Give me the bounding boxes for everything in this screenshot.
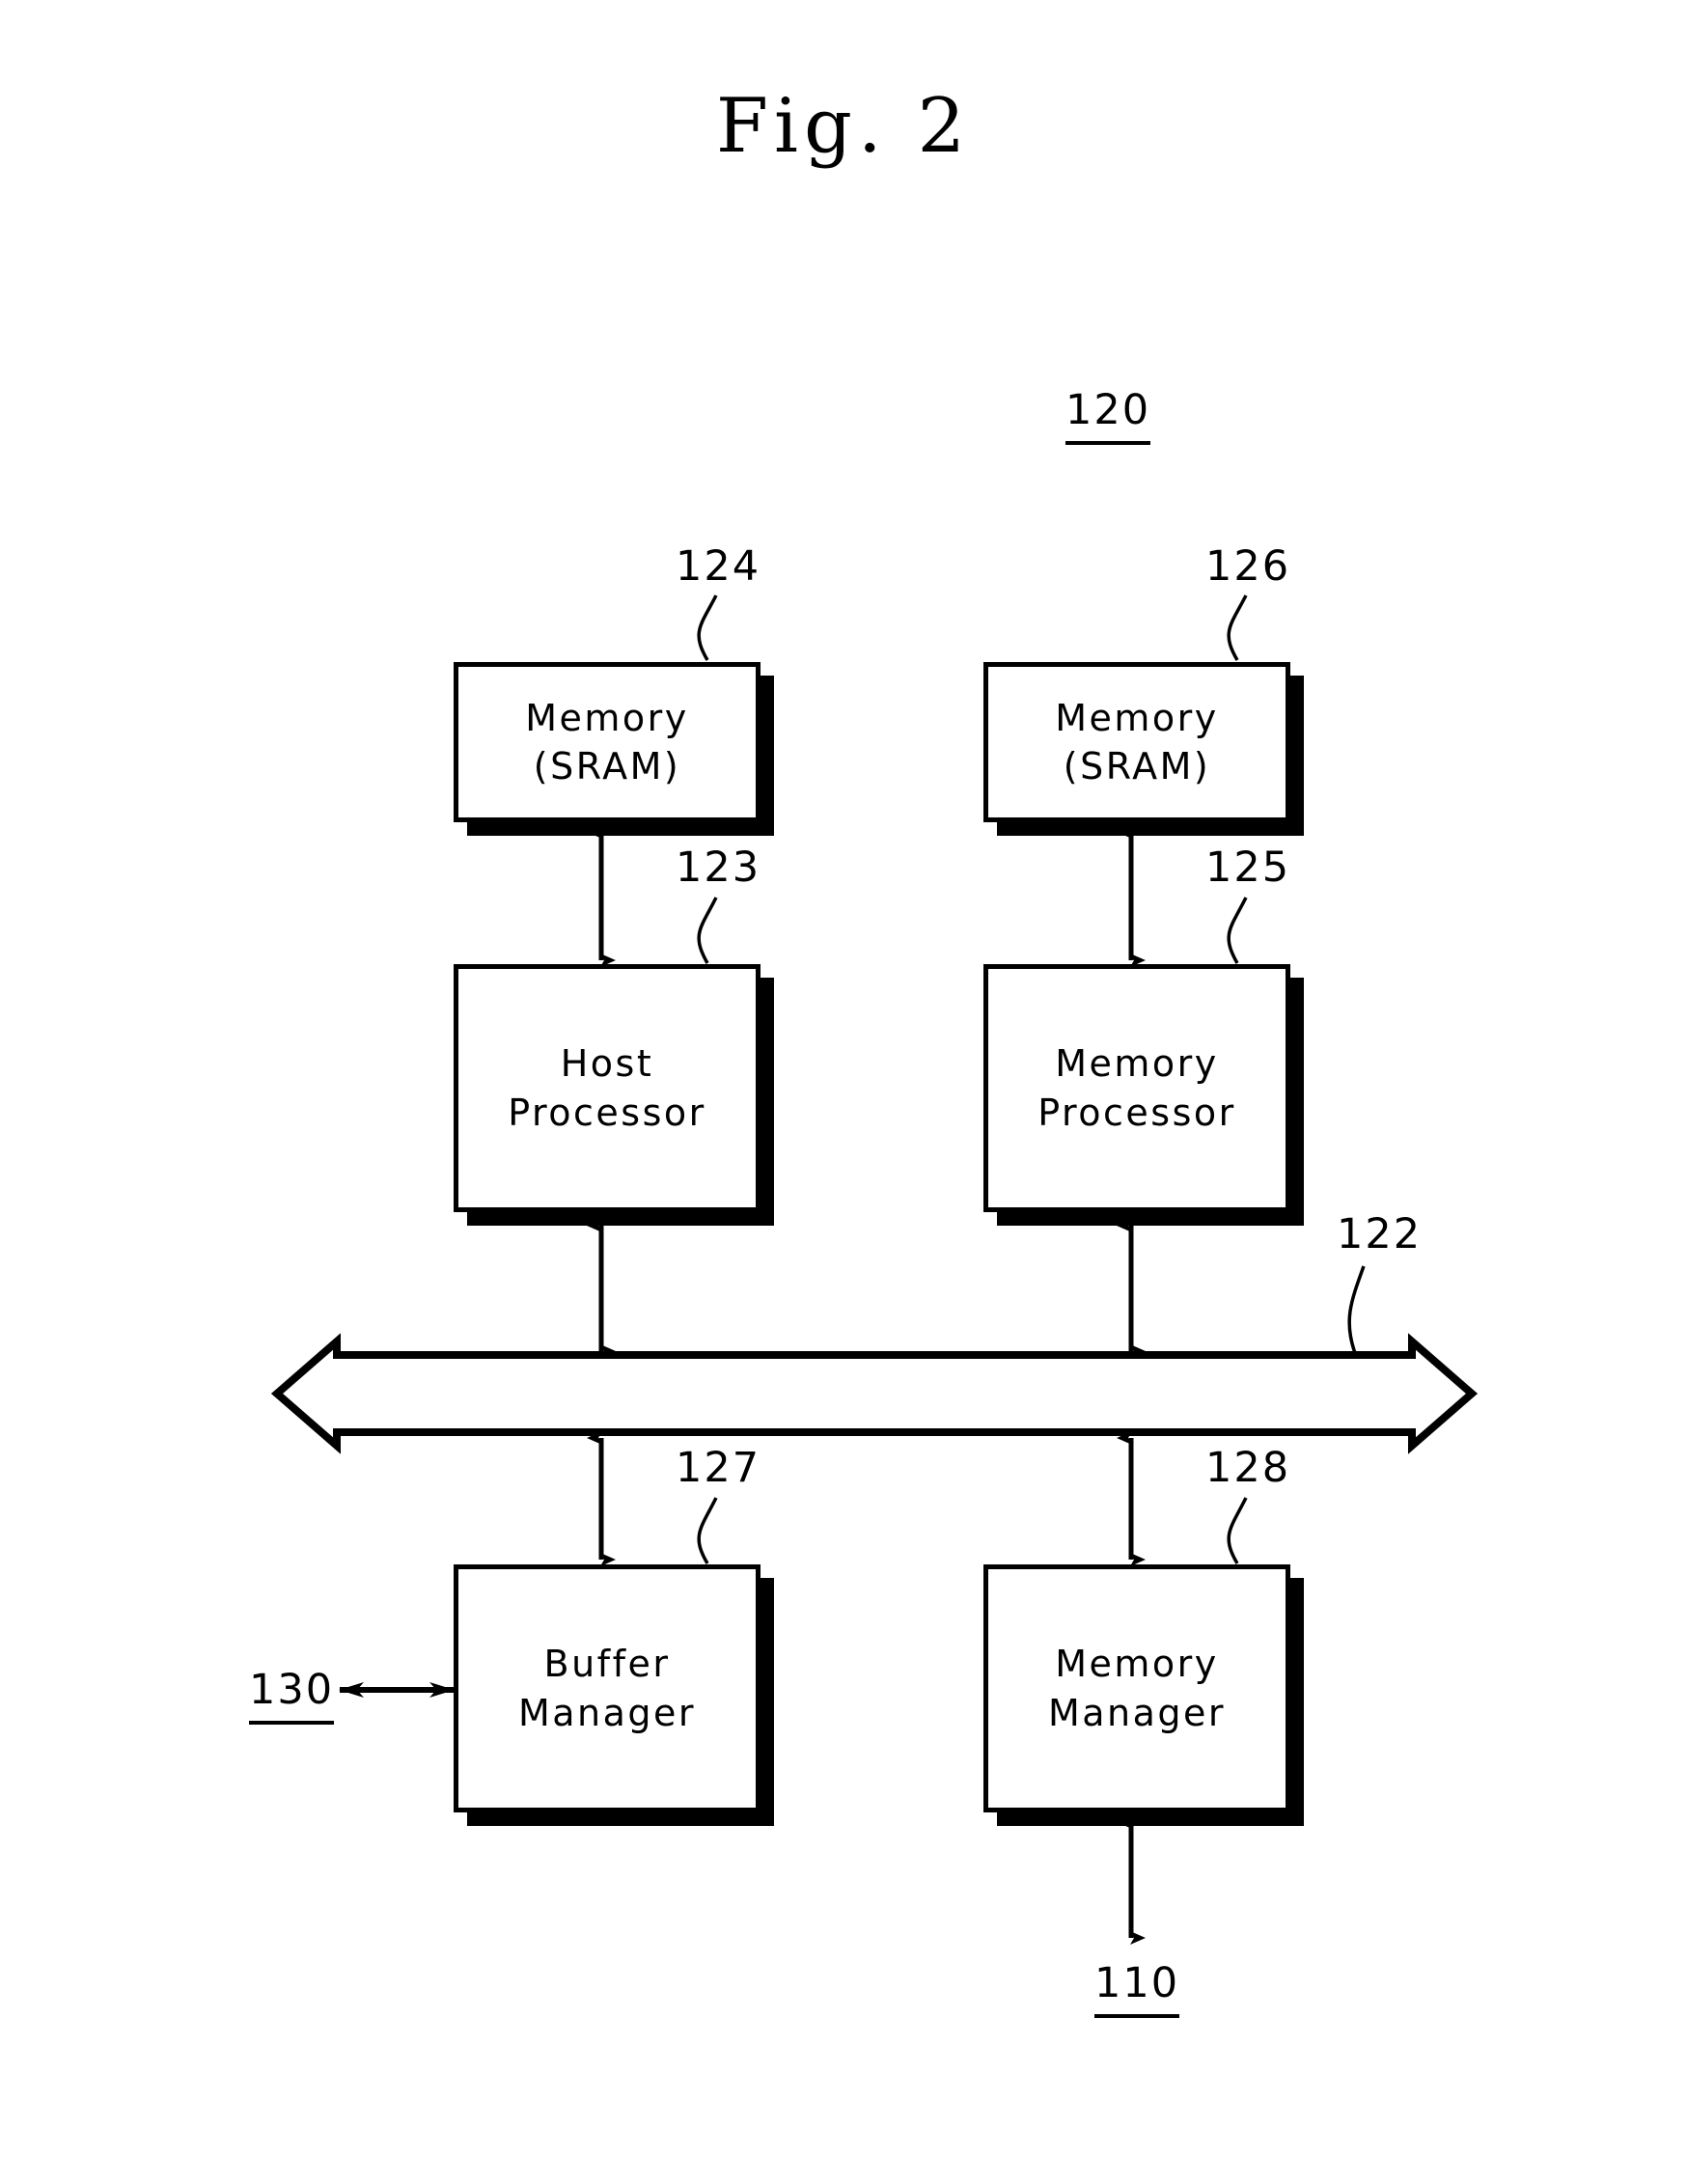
- node-memory-processor[interactable]: Memory Processor: [983, 964, 1290, 1212]
- node-memory-sram-right-label: Memory (SRAM): [1055, 696, 1219, 788]
- node-memory-manager-label: Memory Manager: [1047, 1643, 1227, 1734]
- ref-numeral-130: 130: [249, 1666, 335, 1725]
- ref-numeral-122: 122: [1337, 1210, 1423, 1258]
- node-memory-sram-left[interactable]: Memory (SRAM): [454, 662, 761, 822]
- leader-line-126: [1227, 594, 1248, 661]
- leader-line-125: [1227, 897, 1248, 964]
- system-bus-arrow: [270, 1333, 1479, 1454]
- ref-numeral-128: 128: [1205, 1444, 1291, 1492]
- node-buffer-manager[interactable]: Buffer Manager: [454, 1564, 761, 1812]
- diagram-connectors-layer: [270, 594, 1479, 1945]
- leader-line-124: [697, 594, 718, 661]
- node-memory-sram-left-label: Memory (SRAM): [525, 696, 689, 788]
- leader-line-122: [1347, 1265, 1366, 1354]
- ref-numeral-126: 126: [1205, 542, 1291, 591]
- ref-numeral-123: 123: [676, 843, 761, 892]
- leader-line-128: [1227, 1497, 1248, 1564]
- node-memory-sram-right[interactable]: Memory (SRAM): [983, 662, 1290, 822]
- leader-line-127: [697, 1497, 718, 1564]
- node-memory-manager[interactable]: Memory Manager: [983, 1564, 1290, 1812]
- node-buffer-manager-label: Buffer Manager: [517, 1643, 697, 1734]
- node-host-processor-label: Host Processor: [508, 1042, 706, 1134]
- node-memory-processor-label: Memory Processor: [1037, 1042, 1236, 1134]
- node-host-processor[interactable]: Host Processor: [454, 964, 761, 1212]
- patent-figure-diagram: Memory (SRAM) Memory (SRAM) Host Process…: [0, 0, 1687, 2184]
- ref-numeral-120: 120: [1065, 386, 1151, 445]
- ref-numeral-110: 110: [1094, 1959, 1180, 2018]
- leader-line-123: [697, 897, 718, 964]
- ref-numeral-127: 127: [676, 1444, 761, 1492]
- ref-numeral-125: 125: [1205, 843, 1291, 892]
- ref-numeral-124: 124: [676, 542, 761, 591]
